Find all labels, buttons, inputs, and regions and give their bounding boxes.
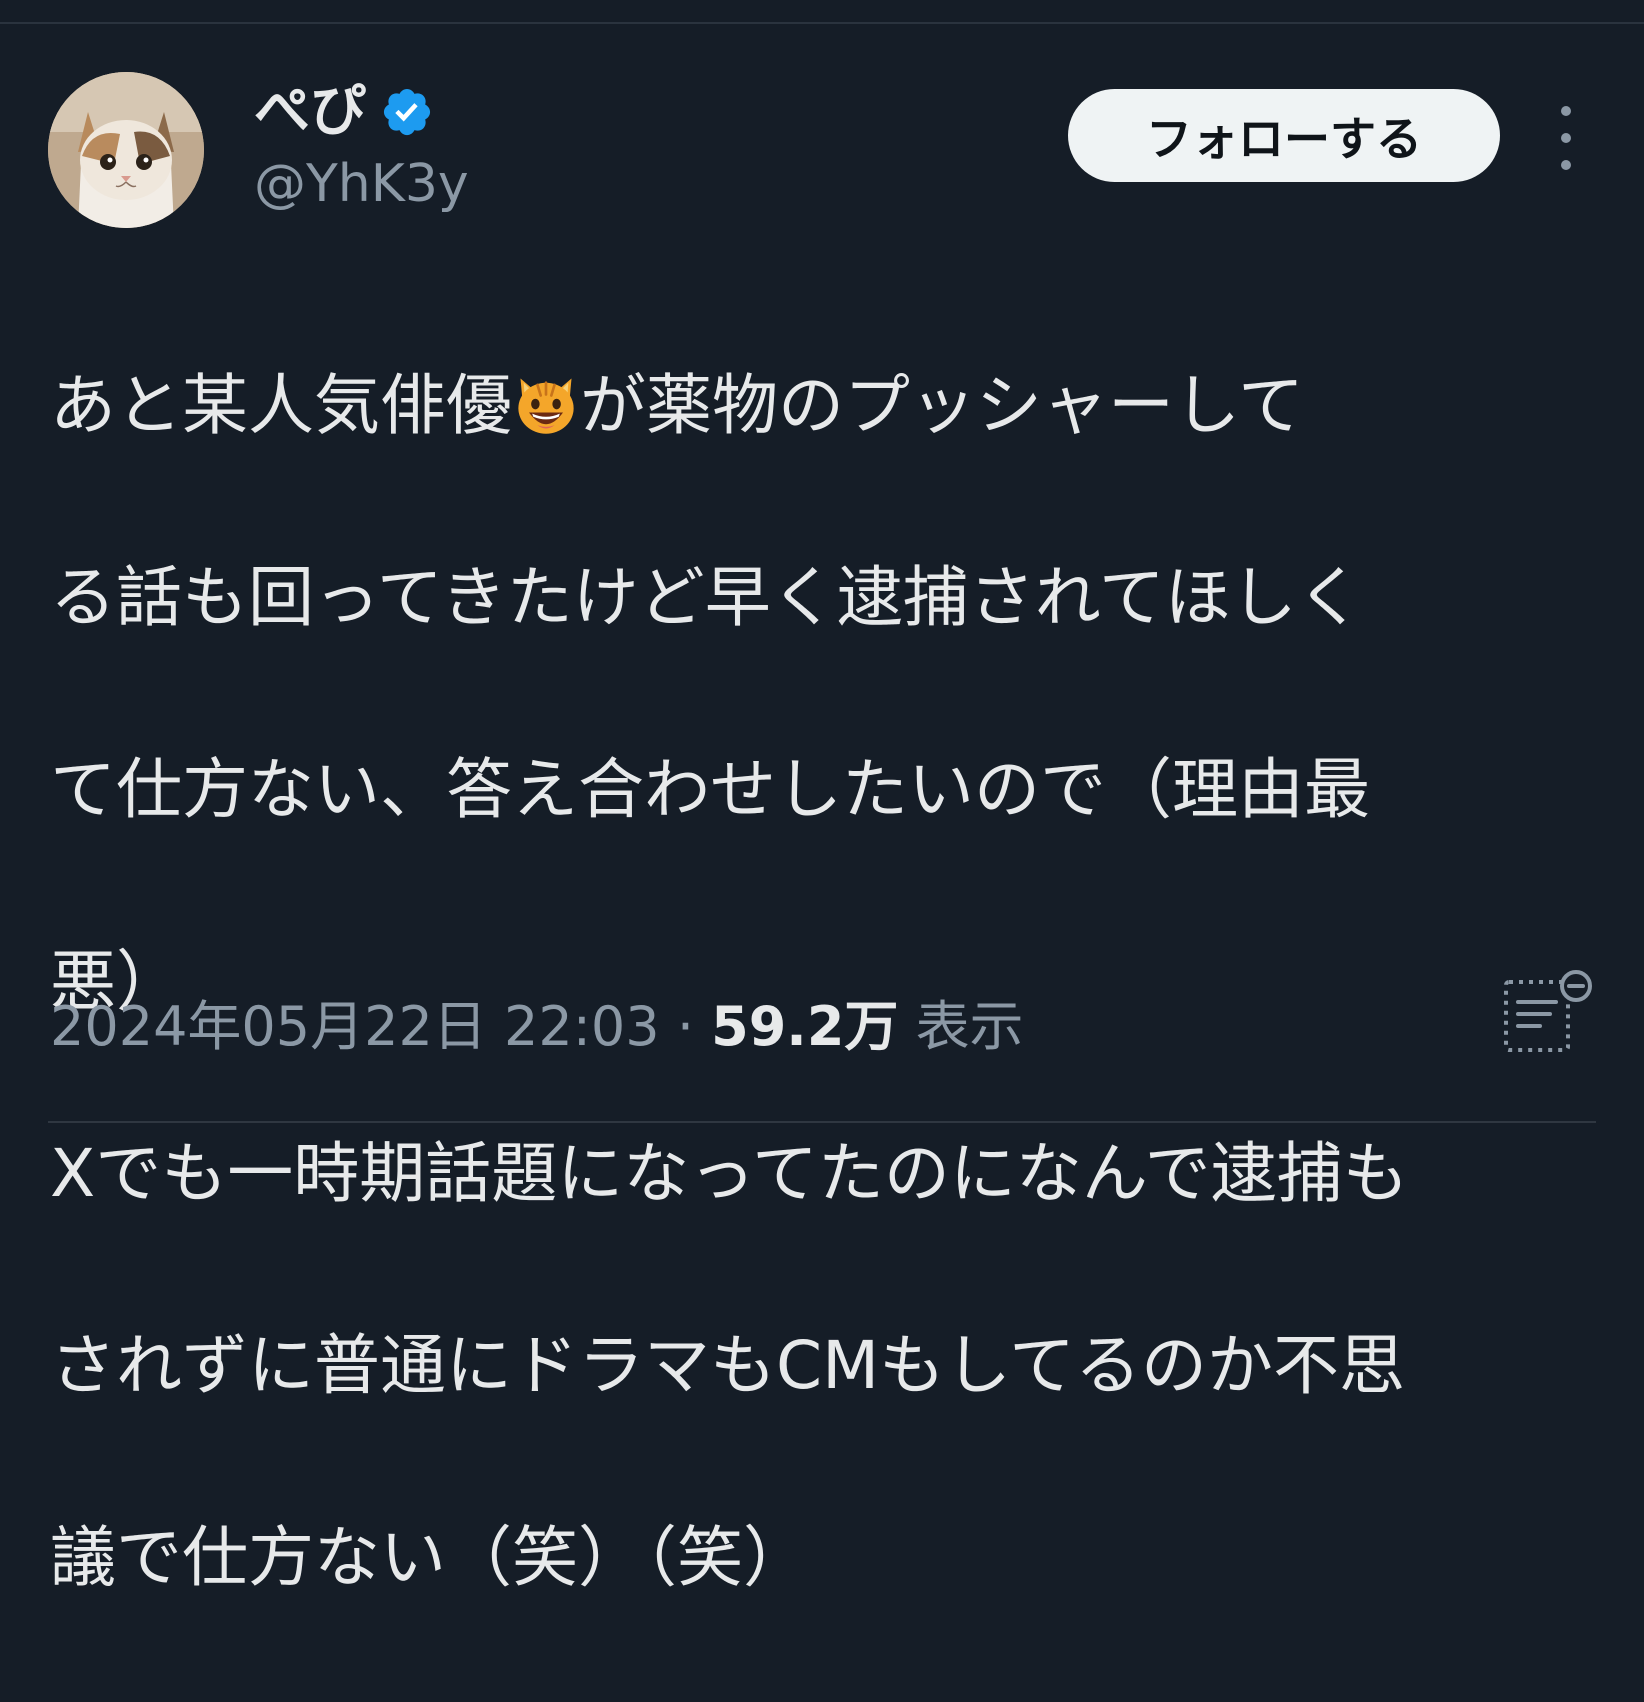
post-analytics-icon[interactable] [1500,968,1596,1064]
tweet-meta: 2024年05月22日 22:03 · 59.2万 表示 [50,1000,1024,1054]
tweet-line: る話も回ってきたけど早く逮捕されてほしく [50,559,1363,636]
tweet-line: されずに普通にドラマもCMもしてるのか不思 [50,1327,1406,1404]
user-handle[interactable]: @YhK3y [254,158,469,210]
follow-button[interactable]: フォローする [1068,89,1500,182]
more-dot [1561,106,1571,116]
avatar[interactable] [48,72,204,228]
tweet-line: て仕方ない、答え合わせしたいので（理由最 [50,751,1370,828]
top-divider [0,22,1644,24]
tweet-line: Xでも一時期話題になってたのになんで逮捕も [50,1135,1409,1212]
tweet-text: あと某人気俳優 が薬物のプッシャーして る話も回ってきたけど早く逮捕されてほしく… [50,262,1610,1702]
tweet-line-part: あと某人気俳優 [50,367,512,444]
tweet-line-part: が薬物のプッシャーして [580,367,1305,444]
cat-avatar-image [48,72,204,228]
more-dot [1561,160,1571,170]
verified-badge-icon[interactable] [380,85,434,139]
display-name[interactable]: ぺぴ [254,84,366,140]
timestamp[interactable]: 2024年05月22日 22:03 [50,995,660,1058]
bottom-divider [48,1121,1596,1123]
grinning-cat-emoji [518,378,574,434]
display-name-row: ぺぴ [254,76,434,148]
views-label: 表示 [915,995,1024,1058]
tweet-line: 議で仕方ない（笑）（笑） [50,1519,809,1596]
views-count: 59.2万 [711,995,899,1058]
meta-separator: · [676,995,694,1058]
more-vertical-icon[interactable] [1548,106,1584,170]
more-dot [1561,133,1571,143]
tweet-line: あと某人気俳優 が薬物のプッシャーして [50,358,1610,454]
